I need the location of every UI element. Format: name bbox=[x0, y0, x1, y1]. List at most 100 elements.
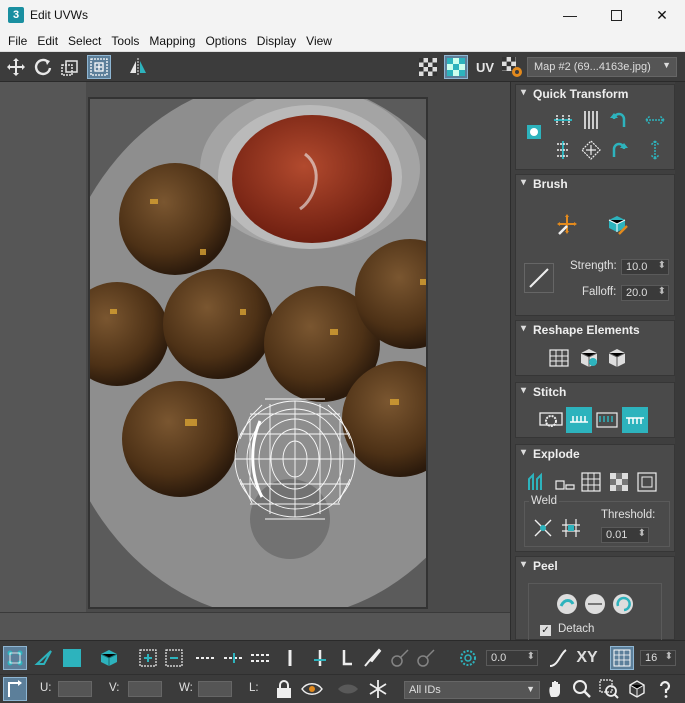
weld-selected-button[interactable] bbox=[530, 515, 556, 541]
brush-header[interactable]: Brush bbox=[516, 175, 674, 193]
falloff-spinner[interactable]: 20.0 bbox=[621, 285, 669, 301]
minimize-button[interactable]: — bbox=[547, 0, 593, 30]
align-horizontal-button[interactable] bbox=[550, 107, 576, 133]
move-tool-button[interactable] bbox=[4, 55, 28, 79]
menu-file[interactable]: File bbox=[4, 34, 31, 48]
angle-spinner[interactable]: 0.0 bbox=[486, 650, 538, 666]
stitch-to-source-button[interactable] bbox=[566, 407, 592, 433]
rotate-minus-90-button[interactable] bbox=[606, 107, 632, 133]
stitch-header[interactable]: Stitch bbox=[516, 383, 674, 401]
straighten-selection-button[interactable] bbox=[546, 345, 572, 371]
reshape-elements-header[interactable]: Reshape Elements bbox=[516, 321, 674, 339]
scale-tool-button[interactable] bbox=[58, 55, 82, 79]
straighten-button[interactable] bbox=[578, 137, 604, 163]
window-title: Edit UVWs bbox=[30, 8, 89, 22]
menu-tools[interactable]: Tools bbox=[107, 34, 143, 48]
quick-peel-button[interactable] bbox=[554, 591, 580, 617]
panel-scrollbar[interactable] bbox=[675, 82, 685, 640]
paint-shrink-icon bbox=[417, 649, 435, 667]
brush-falloff-button[interactable] bbox=[524, 263, 554, 293]
zoom-extents-button[interactable] bbox=[625, 677, 649, 701]
rotate-tool-button[interactable] bbox=[31, 55, 55, 79]
paint-shrink-button[interactable] bbox=[414, 646, 438, 670]
element-select-button[interactable] bbox=[97, 646, 121, 670]
freeze-button[interactable] bbox=[366, 677, 390, 701]
material-id-dropdown[interactable]: All IDs ▼ bbox=[404, 681, 540, 699]
menu-view[interactable]: View bbox=[302, 34, 336, 48]
shrink-selection-button[interactable] bbox=[162, 646, 186, 670]
menu-display[interactable]: Display bbox=[253, 34, 300, 48]
uv-space-button[interactable]: UV bbox=[472, 55, 498, 79]
flatten-by-polygon-button[interactable] bbox=[552, 469, 578, 495]
relax-button[interactable] bbox=[576, 345, 602, 371]
space-horizontal-button[interactable] bbox=[642, 107, 668, 133]
pelt-map-button[interactable] bbox=[582, 591, 608, 617]
stitch-average-button[interactable] bbox=[594, 407, 620, 433]
v-field[interactable] bbox=[128, 681, 162, 697]
ring-shrink-button[interactable] bbox=[334, 646, 358, 670]
flatten-settings-button[interactable] bbox=[634, 469, 660, 495]
grid-snap-button[interactable] bbox=[610, 646, 634, 670]
stitch-custom-button[interactable] bbox=[538, 407, 564, 433]
maximize-button[interactable] bbox=[593, 0, 639, 30]
grow-selection-button[interactable] bbox=[136, 646, 160, 670]
vertex-select-button[interactable] bbox=[3, 646, 27, 670]
snap-spinner[interactable]: 16 bbox=[640, 650, 676, 666]
relax-brush-button[interactable] bbox=[604, 211, 630, 237]
loop-button[interactable] bbox=[194, 646, 218, 670]
checker-pattern-button[interactable] bbox=[416, 55, 440, 79]
stitch-to-target-button[interactable] bbox=[622, 407, 648, 433]
u-field[interactable] bbox=[58, 681, 92, 697]
space-vertical-button[interactable] bbox=[642, 137, 668, 163]
texture-map-image[interactable] bbox=[88, 97, 428, 609]
reset-peel-button[interactable] bbox=[610, 591, 636, 617]
stitch-gear-icon bbox=[539, 412, 563, 427]
weld-target-button[interactable] bbox=[558, 515, 584, 541]
xy-axis-button[interactable]: XY bbox=[572, 646, 602, 670]
break-button[interactable] bbox=[524, 469, 550, 495]
menu-edit[interactable]: Edit bbox=[33, 34, 62, 48]
hide-button[interactable] bbox=[300, 677, 324, 701]
show-map-button[interactable] bbox=[444, 55, 468, 79]
zoom-button[interactable] bbox=[570, 677, 594, 701]
relax-settings-button[interactable] bbox=[604, 345, 630, 371]
flatten-by-material-button[interactable] bbox=[606, 469, 632, 495]
align-vertical-button[interactable] bbox=[578, 107, 604, 133]
paint-grow-button[interactable] bbox=[388, 646, 412, 670]
paint-select-button[interactable] bbox=[360, 646, 384, 670]
strength-spinner[interactable]: 10.0 bbox=[621, 259, 669, 275]
detach-checkbox[interactable]: ✓ bbox=[540, 625, 551, 636]
soft-selection-button[interactable] bbox=[546, 646, 570, 670]
edge-select-button[interactable] bbox=[32, 646, 56, 670]
explode-header[interactable]: Explode bbox=[516, 445, 674, 463]
close-button[interactable]: ✕ bbox=[639, 0, 685, 30]
threshold-spinner[interactable]: 0.01 bbox=[601, 527, 649, 543]
peel-header[interactable]: Peel bbox=[516, 557, 674, 575]
menu-select[interactable]: Select bbox=[64, 34, 105, 48]
ring-button[interactable] bbox=[278, 646, 302, 670]
menu-mapping[interactable]: Mapping bbox=[145, 34, 199, 48]
help-button[interactable] bbox=[653, 677, 677, 701]
freeform-tool-button[interactable] bbox=[87, 55, 111, 79]
paint-move-button[interactable] bbox=[554, 211, 580, 237]
map-settings-button[interactable] bbox=[500, 55, 524, 79]
w-field[interactable] bbox=[198, 681, 232, 697]
flatten-by-smoothing-button[interactable] bbox=[578, 469, 604, 495]
transform-mode-button[interactable] bbox=[3, 677, 27, 701]
align-to-edge-button[interactable] bbox=[550, 137, 576, 163]
lock-selection-button[interactable] bbox=[272, 677, 296, 701]
show-all-button[interactable] bbox=[336, 677, 360, 701]
polygon-select-button[interactable] bbox=[60, 646, 84, 670]
rotate-plus-90-button[interactable] bbox=[606, 137, 632, 163]
pan-button[interactable] bbox=[544, 677, 568, 701]
quick-transform-header[interactable]: Quick Transform bbox=[516, 85, 674, 103]
pivot-button[interactable] bbox=[521, 119, 547, 145]
mirror-tool-button[interactable] bbox=[126, 55, 150, 79]
loop-grow-button[interactable] bbox=[222, 646, 246, 670]
ring-grow-button[interactable] bbox=[308, 646, 332, 670]
rotate-angle-button[interactable] bbox=[456, 646, 480, 670]
map-dropdown[interactable]: Map #2 (69...4163e.jpg) ▼ bbox=[527, 57, 677, 77]
menu-options[interactable]: Options bbox=[201, 34, 250, 48]
loop-shrink-button[interactable] bbox=[249, 646, 273, 670]
zoom-region-button[interactable] bbox=[597, 677, 621, 701]
